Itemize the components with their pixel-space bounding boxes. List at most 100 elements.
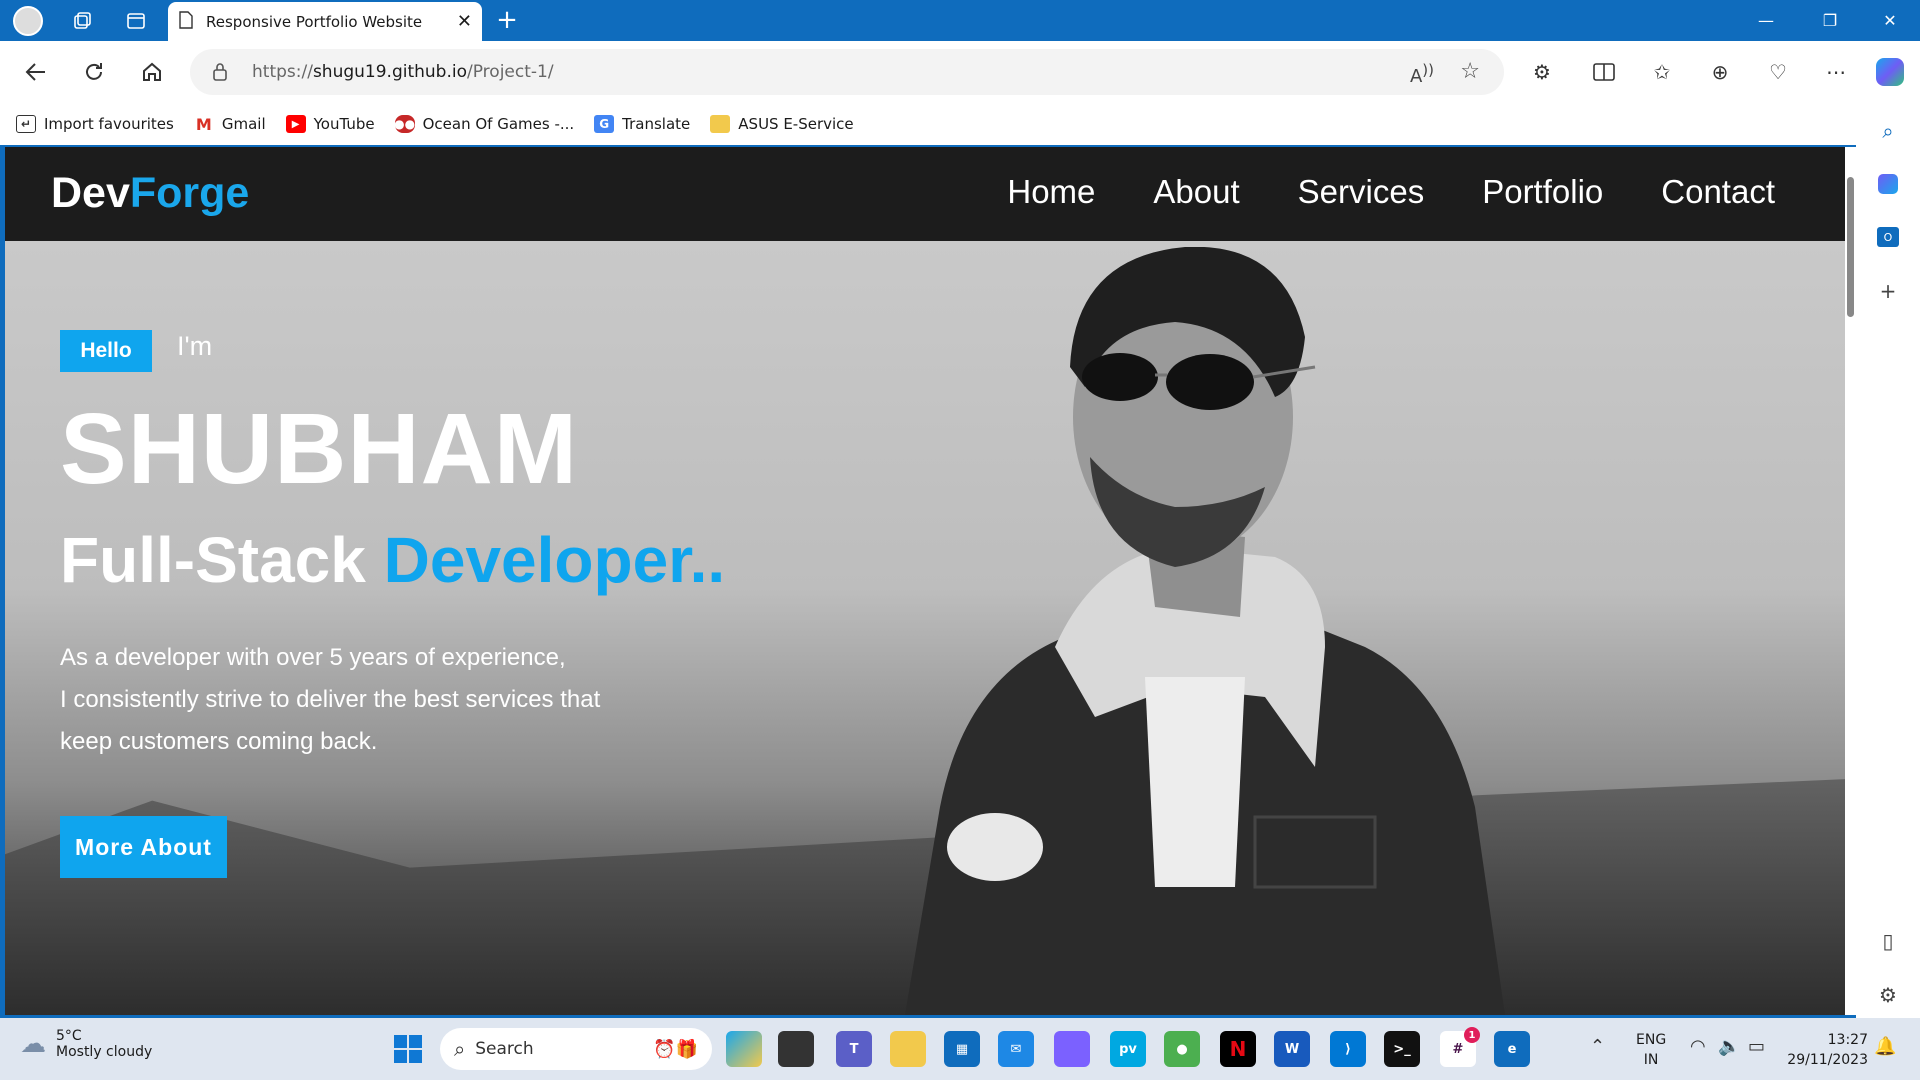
gmail-icon: M	[195, 114, 212, 134]
task-view-icon[interactable]	[778, 1031, 814, 1067]
browser-tab[interactable]: Responsive Portfolio Website ✕	[168, 2, 482, 41]
more-menu-icon[interactable]: ⋯	[1820, 56, 1852, 88]
extensions-icon[interactable]: ⚙	[1526, 56, 1558, 88]
weather-temp: 5°C	[56, 1028, 82, 1044]
nav-services[interactable]: Services	[1298, 173, 1425, 211]
more-about-button[interactable]: More About	[60, 816, 227, 878]
tab-title: Responsive Portfolio Website	[206, 12, 423, 31]
minimize-icon[interactable]: —	[1736, 0, 1796, 41]
back-icon[interactable]	[20, 56, 52, 88]
fav-youtube[interactable]: ▶ YouTube	[285, 115, 375, 133]
tab-actions-icon[interactable]	[120, 5, 152, 37]
battery-icon[interactable]: ▭	[1748, 1036, 1765, 1057]
chrome-icon[interactable]: ●	[1164, 1031, 1200, 1067]
fav-label: Import favourites	[44, 115, 174, 133]
chevron-up-icon[interactable]: ⌃	[1590, 1036, 1605, 1057]
windows-start-icon[interactable]	[390, 1031, 426, 1067]
copilot-taskbar-icon[interactable]	[726, 1031, 762, 1067]
prime-video-icon[interactable]: pv	[1110, 1031, 1146, 1067]
add-sidebar-app-icon[interactable]: +	[1872, 275, 1904, 307]
nav-home[interactable]: Home	[1007, 173, 1095, 211]
outlook-icon[interactable]: O	[1872, 221, 1904, 253]
word-icon[interactable]: W	[1274, 1031, 1310, 1067]
hero-name: SHUBHAM	[60, 393, 579, 505]
role-highlight: Developer..	[383, 524, 726, 596]
notification-bell-icon[interactable]: 🔔	[1874, 1036, 1896, 1057]
import-icon: ↵	[16, 115, 36, 133]
favorite-star-icon[interactable]: ☆	[1460, 59, 1480, 84]
close-window-icon[interactable]: ✕	[1860, 0, 1920, 41]
browser-sidebar: ⌕ O + ▯ ⚙	[1856, 103, 1920, 1018]
terminal-icon[interactable]: >_	[1384, 1031, 1420, 1067]
copilot-sidebar-icon[interactable]	[1872, 168, 1904, 200]
nav-about[interactable]: About	[1153, 173, 1239, 211]
translate-icon: G	[594, 115, 615, 133]
gamepad-icon: ●●	[394, 115, 416, 133]
copilot-icon[interactable]	[1874, 56, 1906, 88]
copilot-app-icon[interactable]	[1054, 1031, 1090, 1067]
web-page: DevForge Home About Services Portfolio C…	[5, 147, 1845, 1015]
settings-gear-icon[interactable]: ⚙	[1872, 979, 1904, 1011]
search-icon[interactable]: ⌕	[1872, 115, 1904, 147]
file-explorer-icon[interactable]	[890, 1031, 926, 1067]
wifi-icon[interactable]: ◠	[1690, 1036, 1706, 1057]
search-highlight-icon: ⏰🎁	[653, 1038, 698, 1060]
profile-avatar[interactable]	[12, 5, 44, 37]
mail-icon[interactable]: ✉	[998, 1031, 1034, 1067]
folder-icon	[710, 115, 731, 133]
microsoft-store-icon[interactable]: ▦	[944, 1031, 980, 1067]
site-logo[interactable]: DevForge	[51, 169, 249, 218]
refresh-icon[interactable]	[78, 56, 110, 88]
lock-icon[interactable]	[212, 62, 228, 87]
read-aloud-icon[interactable]: A))	[1410, 61, 1434, 87]
hide-sidebar-icon[interactable]: ▯	[1872, 925, 1904, 957]
language-indicator[interactable]: ENG IN	[1636, 1030, 1666, 1070]
lang-top: ENG	[1636, 1032, 1667, 1048]
portrait-photo	[905, 247, 1505, 1015]
workspaces-icon[interactable]	[66, 5, 98, 37]
logo-text-forge: Forge	[129, 169, 250, 217]
intro-im: I'm	[177, 331, 213, 361]
fav-import-favourites[interactable]: ↵ Import favourites	[16, 115, 174, 133]
netflix-icon[interactable]: N	[1220, 1031, 1256, 1067]
slack-badge: 1	[1464, 1027, 1480, 1043]
search-placeholder: Search	[475, 1039, 534, 1059]
hero-role: Full-Stack Developer..	[60, 523, 725, 597]
new-tab-button[interactable]: +	[492, 6, 522, 36]
desc-line: I consistently strive to deliver the bes…	[60, 686, 601, 713]
restore-icon[interactable]: ❐	[1800, 0, 1860, 41]
teams-icon[interactable]: T	[836, 1031, 872, 1067]
hello-badge: Hello	[60, 330, 152, 372]
desc-line: As a developer with over 5 years of expe…	[60, 644, 566, 671]
hero-description: As a developer with over 5 years of expe…	[60, 637, 700, 763]
role-plain: Full-Stack	[60, 524, 384, 596]
site-header: DevForge Home About Services Portfolio C…	[5, 147, 1845, 241]
fav-gmail[interactable]: M Gmail	[194, 114, 266, 134]
fav-translate[interactable]: G Translate	[594, 115, 690, 133]
fav-ocean-of-games[interactable]: ●● Ocean Of Games -...	[394, 115, 574, 133]
volume-icon[interactable]: 🔈	[1718, 1036, 1740, 1057]
edge-icon[interactable]: e	[1494, 1031, 1530, 1067]
slack-icon[interactable]: # 1	[1440, 1027, 1480, 1067]
browser-essentials-icon[interactable]: ♡	[1762, 56, 1794, 88]
split-screen-icon[interactable]	[1588, 56, 1620, 88]
weather-widget[interactable]: ☁ 5°C Mostly cloudy	[20, 1028, 152, 1060]
favorites-icon[interactable]: ✩	[1646, 56, 1678, 88]
lang-bottom: IN	[1643, 1052, 1659, 1068]
close-tab-icon[interactable]: ✕	[457, 11, 472, 32]
taskbar-search[interactable]: ⌕ Search ⏰🎁	[440, 1028, 712, 1070]
collections-icon[interactable]: ⊕	[1704, 56, 1736, 88]
nav-portfolio[interactable]: Portfolio	[1482, 173, 1603, 211]
system-clock[interactable]: 13:27 29/11/2023	[1787, 1030, 1868, 1070]
home-icon[interactable]	[136, 56, 168, 88]
page-scrollbar[interactable]	[1845, 147, 1856, 1015]
fav-asus-e-service[interactable]: ASUS E-Service	[710, 115, 854, 133]
address-bar[interactable]: https://shugu19.github.io/Project-1/ A))…	[190, 49, 1504, 95]
vscode-icon[interactable]: ⟩	[1330, 1031, 1366, 1067]
scrollbar-thumb[interactable]	[1847, 177, 1854, 317]
fav-label: ASUS E-Service	[738, 115, 854, 133]
site-nav: Home About Services Portfolio Contact	[1007, 173, 1775, 211]
nav-contact[interactable]: Contact	[1661, 173, 1775, 211]
cloud-sun-icon: ☁	[20, 1029, 46, 1059]
browser-title-bar: Responsive Portfolio Website ✕ + — ❐ ✕	[0, 0, 1920, 41]
